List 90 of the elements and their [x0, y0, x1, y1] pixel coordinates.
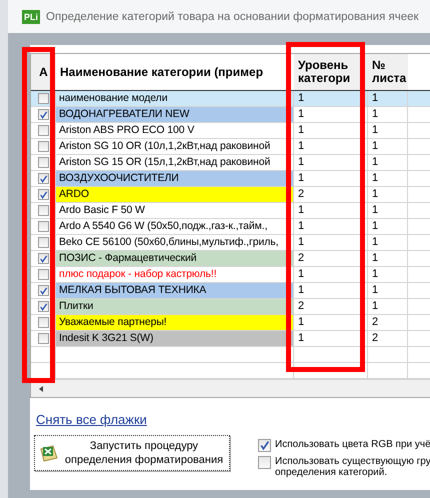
table-cell: 1	[368, 123, 408, 138]
table-row[interactable]: ПОЗИС - Фармацевтический 2 1	[31, 251, 430, 267]
table-row[interactable]: Ariston SG 10 OR (10л,1,2кВт,над раковиной 1 1	[31, 139, 430, 155]
run-button[interactable]: Запустить процедуру определения форматирования	[34, 435, 230, 471]
table-cell: 1	[294, 331, 368, 346]
table-cell: 1	[294, 219, 368, 234]
table-cell: 1	[294, 267, 368, 282]
checkbox[interactable]	[38, 141, 48, 152]
table-cell: 2	[294, 187, 368, 202]
table-cell: 1	[294, 91, 368, 106]
category-cell: МЕЛКАЯ БЫТОВАЯ ТЕХНИКА	[56, 283, 294, 298]
category-cell: ПОЗИС - Фармацевтический	[56, 251, 294, 266]
category-cell: Ariston SG 15 OR (15л,1,2кВт,над раковиной	[56, 155, 294, 170]
table-row[interactable]: Indesit K 3G21 S(W) 1 2	[31, 331, 430, 347]
checkbox[interactable]	[38, 205, 48, 216]
checkbox[interactable]	[38, 157, 48, 168]
table-row[interactable]: Beko CE 56100 (50x60,блины,мультиф.,гриль, 1 1	[31, 235, 430, 251]
table-cell: 1	[368, 283, 408, 298]
table-cell: 1	[294, 123, 368, 138]
table-cell: 1	[368, 299, 408, 314]
table-row[interactable]: ARDO 2 1	[31, 187, 430, 203]
table-cell: 1	[294, 107, 368, 122]
table-cell: 2	[368, 315, 408, 330]
column-header[interactable]: Уровень категори	[294, 54, 368, 90]
checkbox[interactable]	[258, 456, 271, 469]
table-row[interactable]: Ariston SG 15 OR (15л,1,2кВт,над раковиной 1 1	[31, 155, 430, 171]
checkbox[interactable]	[38, 109, 48, 120]
checkbox[interactable]	[38, 221, 48, 232]
table-cell: 1	[294, 203, 368, 218]
table-row[interactable]: ВОЗДУХООЧИСТИТЕЛИ 1 1	[31, 171, 430, 187]
table-row[interactable]: ВОДОНАГРЕВАТЕЛИ NEW 1 1	[31, 107, 430, 123]
table-cell: 1	[294, 155, 368, 170]
column-header[interactable]: № листа	[368, 54, 408, 90]
table-cell: 1	[294, 139, 368, 154]
checkbox[interactable]	[38, 93, 48, 104]
table-cell: 1	[368, 187, 408, 202]
category-cell: Ardo Basic F 50 W	[56, 203, 294, 218]
table-cell: 1	[294, 171, 368, 186]
horizontal-scrollbar[interactable]	[31, 379, 430, 397]
scroll-left-icon[interactable]	[39, 386, 43, 392]
checkbox[interactable]	[38, 317, 48, 328]
table-cell: 1	[294, 235, 368, 250]
table-row[interactable]: Ardo A 5540 G6 W (50x50,подж.,газ-к.,тайм., 1 1	[31, 219, 430, 235]
table-row[interactable]: наименование модели 1 1	[31, 91, 430, 107]
checkbox[interactable]	[38, 125, 48, 136]
table-row[interactable]: плюс подарок - набор кастрюль!! 1 1	[31, 267, 430, 283]
checkbox[interactable]	[38, 189, 48, 200]
category-cell: ARDO	[56, 187, 294, 202]
window-title: Определение категорий товара на основании форматирования ячеек	[46, 10, 419, 22]
category-cell: Уважаемые партнеры!	[56, 315, 294, 330]
category-cell: Ardo A 5540 G6 W (50x50,подж.,газ-к.,тайм.,	[56, 219, 294, 234]
table-cell: 1	[368, 203, 408, 218]
table-cell: 2	[294, 251, 368, 266]
app-logo-icon: PLi	[22, 10, 40, 24]
category-cell: Indesit K 3G21 S(W)	[56, 331, 294, 346]
table-cell: 1	[368, 171, 408, 186]
checkbox[interactable]	[38, 173, 48, 184]
checkbox[interactable]	[38, 333, 48, 344]
table-cell: 1	[368, 139, 408, 154]
checkbox[interactable]	[38, 285, 48, 296]
table-cell: 1	[368, 107, 408, 122]
spreadsheet-icon	[39, 443, 59, 463]
table-cell: 1	[368, 251, 408, 266]
table-cell: 1	[368, 155, 408, 170]
table-cell: 2	[294, 299, 368, 314]
checkbox[interactable]	[38, 269, 48, 280]
table-cell: 1	[294, 283, 368, 298]
table-row[interactable]: Ardo Basic F 50 W 1 1	[31, 203, 430, 219]
table-cell: 1	[368, 235, 408, 250]
category-cell: Плитки	[56, 299, 294, 314]
table-cell: 1	[368, 91, 408, 106]
table-row[interactable]: Ariston ABS PRO ECO 100 V 1 1	[31, 123, 430, 139]
checkbox[interactable]	[258, 439, 271, 452]
table-row[interactable]: Плитки 2 1	[31, 299, 430, 315]
column-header[interactable]: Наименование категории (пример	[56, 54, 294, 90]
category-cell: ВОДОНАГРЕВАТЕЛИ NEW	[56, 107, 294, 122]
table-cell: 2	[368, 331, 408, 346]
table-row[interactable]: МЕЛКАЯ БЫТОВАЯ ТЕХНИКА 1 1	[31, 283, 430, 299]
table-cell: 1	[294, 315, 368, 330]
category-cell: Ariston ABS PRO ECO 100 V	[56, 123, 294, 138]
category-cell: ВОЗДУХООЧИСТИТЕЛИ	[56, 171, 294, 186]
table-cell: 1	[368, 267, 408, 282]
option-label: Использовать цвета RGB при учё	[275, 439, 430, 450]
checkbox[interactable]	[38, 237, 48, 248]
clear-flags-link[interactable]: Снять все флажки	[36, 412, 147, 427]
checkbox[interactable]	[38, 301, 48, 312]
category-cell: Ariston SG 10 OR (10л,1,2кВт,над раковиной	[56, 139, 294, 154]
checkbox[interactable]	[38, 253, 48, 264]
table-row[interactable]: Уважаемые партнеры! 1 2	[31, 315, 430, 331]
table-cell: 1	[368, 219, 408, 234]
